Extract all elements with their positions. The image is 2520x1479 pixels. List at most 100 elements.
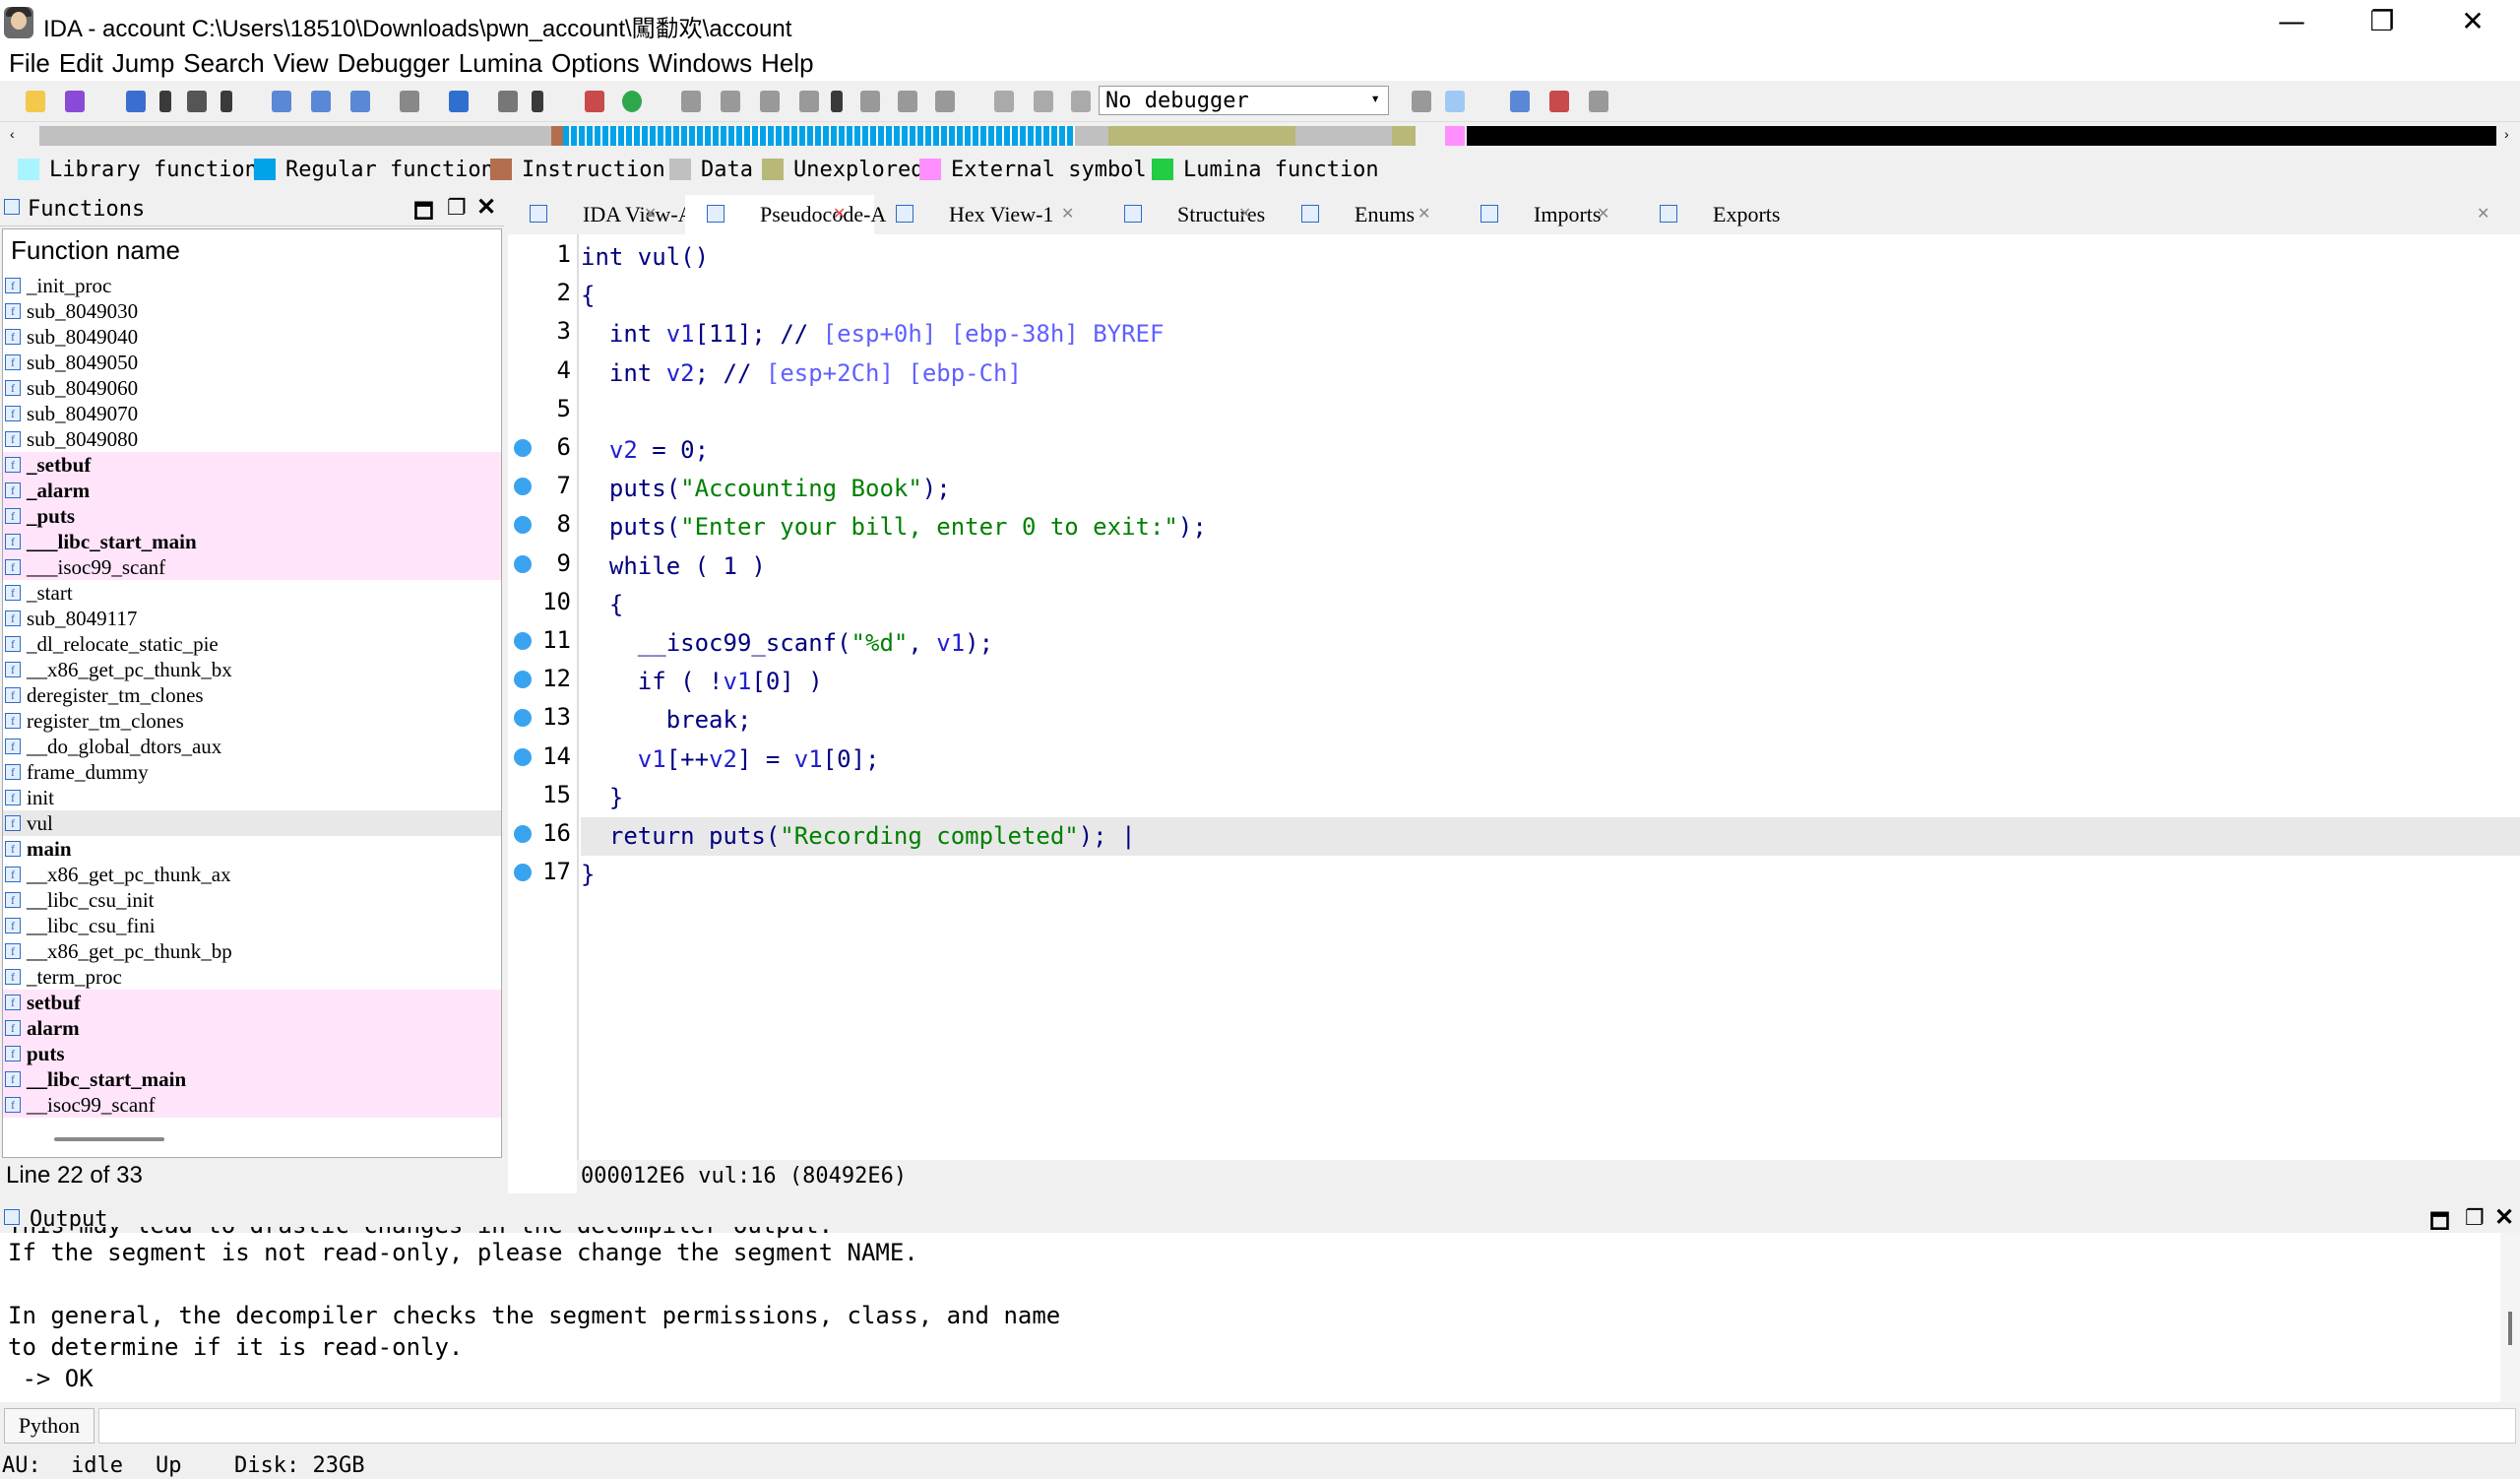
- function-row[interactable]: f _start: [3, 580, 501, 606]
- menu-lumina[interactable]: Lumina: [450, 45, 542, 81]
- back-dropdown-icon[interactable]: [159, 91, 171, 112]
- code-line[interactable]: v1[++v2] = v1[0];: [581, 740, 880, 779]
- close-tab-icon[interactable]: ✕: [1418, 195, 1430, 234]
- maximize-button[interactable]: ❐: [2337, 0, 2427, 45]
- breakpoint-dot-icon[interactable]: [514, 516, 532, 535]
- run-script-icon[interactable]: [622, 91, 642, 112]
- maximize-output-icon[interactable]: 🗖: [2429, 1205, 2450, 1243]
- column-header-function-name[interactable]: Function name: [11, 235, 180, 266]
- function-row[interactable]: f sub_8049060: [3, 375, 501, 401]
- function-row[interactable]: f _setbuf: [3, 452, 501, 478]
- function-row[interactable]: f _dl_relocate_static_pie: [3, 631, 501, 657]
- function-row[interactable]: f ___isoc99_scanf: [3, 554, 501, 580]
- function-row[interactable]: f _puts: [3, 503, 501, 529]
- menu-edit[interactable]: Edit: [50, 45, 103, 81]
- function-row[interactable]: f sub_8049080: [3, 426, 501, 452]
- save-icon[interactable]: [65, 91, 85, 112]
- text-search-icon[interactable]: [350, 91, 370, 112]
- close-tab-icon[interactable]: ✕: [644, 195, 657, 234]
- menu-view[interactable]: View: [265, 45, 329, 81]
- code-line[interactable]: puts("Enter your bill, enter 0 to exit:"…: [581, 508, 1207, 547]
- lumina-pull-icon[interactable]: [1510, 91, 1530, 112]
- code-line[interactable]: int v2; // [esp+2Ch] [ebp-Ch]: [581, 354, 1022, 393]
- function-row[interactable]: f init: [3, 785, 501, 810]
- open-file-icon[interactable]: [26, 91, 45, 112]
- breakpoint-icon[interactable]: [681, 91, 701, 112]
- debugger-select[interactable]: No debugger ▾: [1099, 86, 1389, 115]
- close-tab-icon[interactable]: ✕: [833, 195, 846, 234]
- tab-enums[interactable]: Enums ✕: [1280, 195, 1459, 234]
- function-row[interactable]: f __x86_get_pc_thunk_bx: [3, 657, 501, 682]
- back-arrow-icon[interactable]: [126, 91, 146, 112]
- function-row[interactable]: f _alarm: [3, 478, 501, 503]
- navigation-band[interactable]: ‹ ›: [0, 124, 2520, 148]
- code-line[interactable]: {: [581, 586, 623, 624]
- breakpoint-dot-icon[interactable]: [514, 439, 532, 457]
- step-over-icon[interactable]: [760, 91, 780, 112]
- python-language-button[interactable]: Python: [4, 1408, 94, 1444]
- code-line[interactable]: v2 = 0;: [581, 431, 709, 470]
- function-row[interactable]: f sub_8049117: [3, 606, 501, 631]
- code-line[interactable]: puts("Accounting Book");: [581, 470, 951, 508]
- menu-options[interactable]: Options: [542, 45, 640, 81]
- function-row[interactable]: f deregister_tm_clones: [3, 682, 501, 708]
- function-row[interactable]: f sub_8049070: [3, 401, 501, 426]
- close-output-icon[interactable]: ✕: [2494, 1203, 2514, 1232]
- breakpoint-dot-icon[interactable]: [514, 709, 532, 728]
- maximize-panel-icon[interactable]: 🗖: [413, 195, 434, 232]
- font-icon[interactable]: [498, 91, 518, 112]
- nav-right-arrow-icon[interactable]: ›: [2504, 126, 2509, 142]
- function-row[interactable]: f vul: [3, 810, 501, 836]
- function-row[interactable]: f sub_8049050: [3, 350, 501, 375]
- python-command-input[interactable]: [98, 1408, 2516, 1444]
- code-line[interactable]: if ( !v1[0] ): [581, 663, 823, 701]
- breakpoint-dot-icon[interactable]: [514, 747, 532, 766]
- close-panel-icon[interactable]: ✕: [476, 193, 496, 222]
- function-row[interactable]: f sub_8049030: [3, 298, 501, 324]
- step-into-icon[interactable]: [721, 91, 740, 112]
- forward-dropdown-icon[interactable]: [220, 91, 232, 112]
- forward-arrow-icon[interactable]: [187, 91, 207, 112]
- close-tab-icon[interactable]: ✕: [1597, 195, 1609, 234]
- function-row[interactable]: f register_tm_clones: [3, 708, 501, 734]
- code-line[interactable]: while ( 1 ): [581, 547, 766, 586]
- code-line[interactable]: int v1[11]; // [esp+0h] [ebp-38h] BYREF: [581, 315, 1165, 354]
- code-line[interactable]: __isoc99_scanf("%d", v1);: [581, 624, 993, 663]
- function-row[interactable]: f __libc_csu_init: [3, 887, 501, 913]
- function-row[interactable]: f __isoc99_scanf: [3, 1092, 501, 1118]
- sync-icon[interactable]: [1445, 91, 1465, 112]
- tab-hex-view-1[interactable]: Hex View-1 ✕: [874, 195, 1102, 234]
- menu-search[interactable]: Search: [174, 45, 264, 81]
- run-to-icon[interactable]: [799, 91, 819, 112]
- function-row[interactable]: f main: [3, 836, 501, 862]
- function-row[interactable]: f __libc_start_main: [3, 1066, 501, 1092]
- breakpoint-dot-icon[interactable]: [514, 671, 532, 689]
- stop-debug-icon[interactable]: [1071, 91, 1091, 112]
- function-row[interactable]: f setbuf: [3, 990, 501, 1015]
- font-dropdown-icon[interactable]: [532, 91, 543, 112]
- trace-view-icon[interactable]: [898, 91, 917, 112]
- output-scrollbar[interactable]: [2500, 1233, 2520, 1402]
- binary-search-icon[interactable]: [400, 91, 419, 112]
- code-line[interactable]: return puts("Recording completed"); |: [581, 817, 2520, 857]
- output-scrollbar-thumb[interactable]: [2508, 1312, 2512, 1345]
- paste-icon[interactable]: [311, 91, 331, 112]
- functions-list[interactable]: Function name f _init_proc f sub_8049030 f su…: [2, 228, 502, 1158]
- tab-pseudocode-a[interactable]: Pseudocode-A ✕: [685, 195, 886, 234]
- code-line[interactable]: break;: [581, 701, 752, 740]
- code-line[interactable]: }: [581, 779, 623, 817]
- float-panel-icon[interactable]: ❐: [447, 195, 467, 221]
- nav-left-arrow-icon[interactable]: ‹: [10, 126, 15, 142]
- breakpoint-dot-icon[interactable]: [514, 478, 532, 496]
- tab-structures[interactable]: Structures ✕: [1102, 195, 1280, 234]
- function-row[interactable]: f frame_dummy: [3, 759, 501, 785]
- tab-ida-view-a[interactable]: IDA View-A ✕: [508, 195, 694, 234]
- trace-icon[interactable]: [860, 91, 880, 112]
- close-tab-icon[interactable]: ✕: [2477, 195, 2489, 234]
- breakpoint-dot-icon[interactable]: [514, 632, 532, 650]
- function-row[interactable]: f _term_proc: [3, 964, 501, 990]
- function-row[interactable]: f __x86_get_pc_thunk_ax: [3, 862, 501, 887]
- function-row[interactable]: f alarm: [3, 1015, 501, 1041]
- graph-icon[interactable]: [585, 91, 604, 112]
- menu-file[interactable]: File: [0, 45, 50, 81]
